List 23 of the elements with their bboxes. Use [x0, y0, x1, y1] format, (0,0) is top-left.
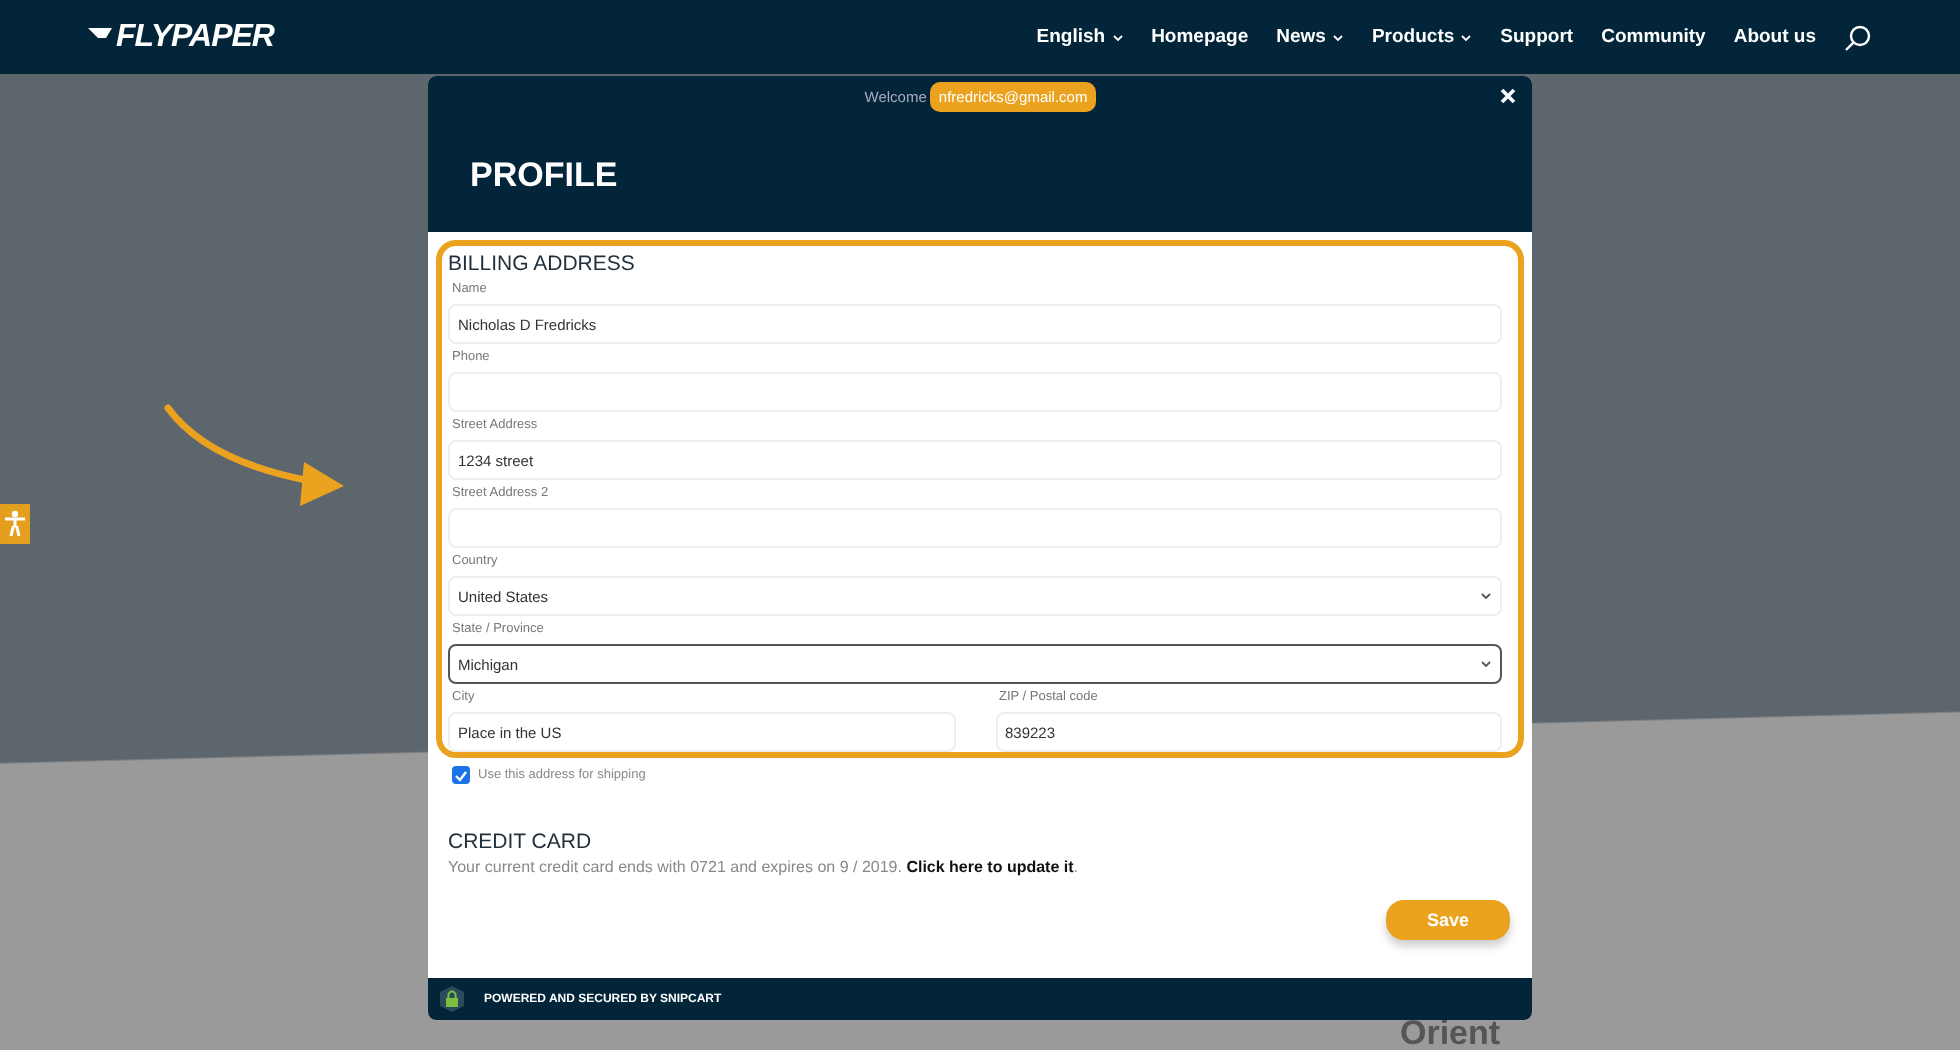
caret-icon [1111, 33, 1124, 41]
nav-link[interactable]: Products [1371, 26, 1473, 48]
credit-card-info: Your current credit card ends with 0721 and expires on 9 / 2019. Click here to update it. [448, 858, 1081, 876]
nav-link[interactable]: About us [1733, 26, 1816, 48]
section-title: CREDIT CARD [448, 830, 594, 854]
nav-link[interactable]: Community [1601, 26, 1706, 48]
lock-icon [440, 986, 464, 1012]
checkbox[interactable] [452, 766, 470, 784]
section-title: BILLING ADDRESS [448, 252, 637, 276]
dialog-title: PROFILE [470, 156, 620, 196]
update-card-link[interactable]: Click here to update it [906, 858, 1074, 876]
flypaper-logo[interactable]: FLYPAPER [88, 19, 274, 55]
close-button[interactable] [1496, 84, 1520, 108]
caret-icon [1480, 660, 1492, 668]
nav-link[interactable]: Support [1500, 26, 1574, 48]
search-icon[interactable] [1844, 23, 1872, 51]
caret-icon [1331, 33, 1344, 41]
caret-icon [1460, 33, 1473, 41]
nav-link[interactable]: Homepage [1151, 26, 1249, 48]
page-heading: Orient [1400, 1014, 1501, 1050]
nav-link[interactable]: News [1276, 26, 1344, 48]
nav-link[interactable]: English [1036, 26, 1124, 48]
caret-icon [1480, 592, 1492, 600]
